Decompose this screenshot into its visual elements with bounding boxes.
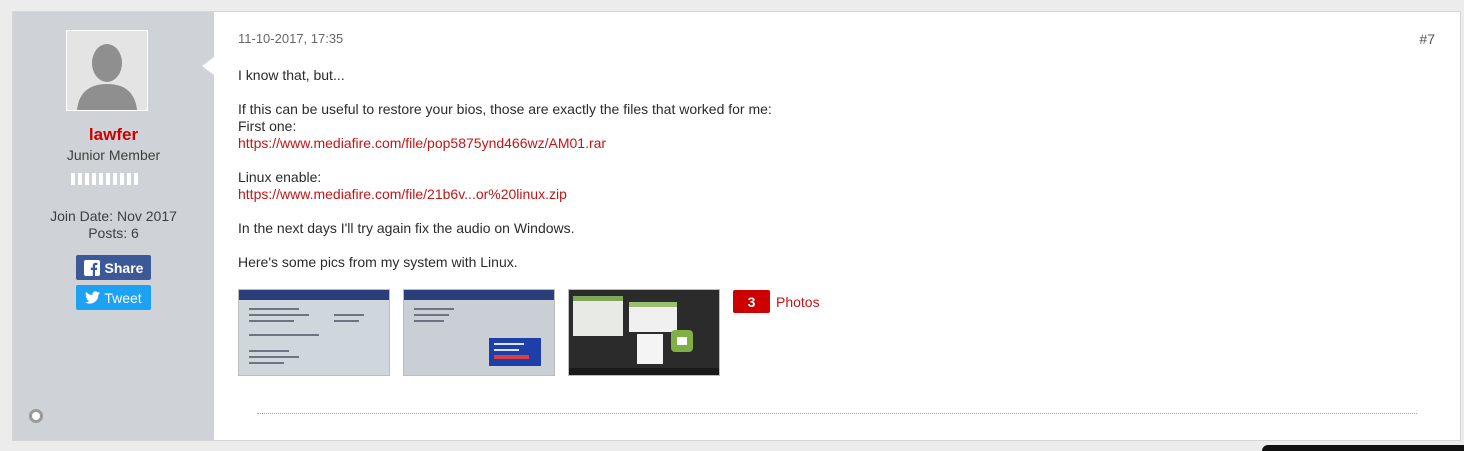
- reputation-segment: [127, 173, 131, 185]
- default-avatar-silhouette-icon: [67, 31, 147, 110]
- tweet-label: Tweet: [104, 289, 142, 306]
- reputation-segment: [113, 173, 117, 185]
- tweet-button[interactable]: Tweet: [76, 285, 151, 310]
- facebook-icon: [83, 259, 100, 276]
- post-number-link[interactable]: #7: [1419, 31, 1435, 47]
- post-divider: [257, 413, 1417, 414]
- join-date: Join Date: Nov 2017: [50, 208, 177, 224]
- forum-post: lawfer Junior Member Join Date: Nov 2017…: [12, 11, 1461, 441]
- username[interactable]: lawfer: [13, 125, 214, 145]
- bios-screen-photo: [239, 290, 389, 375]
- post-body: I know that, but... If this can be usefu…: [238, 67, 1388, 288]
- avatar[interactable]: [66, 30, 148, 111]
- photo-thumbnail-3[interactable]: [568, 289, 720, 376]
- post-text-line: Linux enable:: [238, 169, 322, 185]
- offline-status-icon: [29, 409, 43, 423]
- reputation-segment: [99, 173, 103, 185]
- reputation-segment: [120, 173, 124, 185]
- facebook-share-button[interactable]: Share: [76, 255, 151, 280]
- download-link-linux[interactable]: https://www.mediafire.com/file/21b6v...o…: [238, 186, 567, 202]
- post-count: Posts: 6: [88, 225, 139, 241]
- download-link-am01[interactable]: https://www.mediafire.com/file/pop5875yn…: [238, 135, 606, 151]
- floating-panel-edge: [1262, 445, 1464, 451]
- user-info-panel: lawfer Junior Member Join Date: Nov 2017…: [13, 12, 214, 440]
- post-text-line: In the next days I'll try again fix the …: [238, 220, 575, 236]
- photos-label: Photos: [776, 293, 820, 310]
- reputation-segment: [92, 173, 96, 185]
- photos-count-badge: 3: [733, 290, 770, 313]
- user-title: Junior Member: [66, 147, 161, 163]
- linux-desktop-photo: [569, 290, 719, 375]
- share-label: Share: [104, 259, 144, 276]
- photo-thumbnail-2[interactable]: [403, 289, 555, 376]
- photo-thumbnail-1[interactable]: [238, 289, 390, 376]
- reputation-segment: [85, 173, 89, 185]
- post-date: 11-10-2017, 17:35: [238, 31, 344, 46]
- photos-album-link[interactable]: 3 Photos: [733, 290, 820, 313]
- reputation-segment: [106, 173, 110, 185]
- reputation-segment: [78, 173, 82, 185]
- reputation-bar: [71, 173, 138, 185]
- post-text-line: Here's some pics from my system with Lin…: [238, 254, 518, 270]
- reputation-segment: [134, 173, 138, 185]
- post-pointer-arrow: [202, 57, 214, 75]
- post-text-line: I know that, but...: [238, 67, 345, 83]
- bios-menu-photo: [404, 290, 554, 375]
- post-text-line: If this can be useful to restore your bi…: [238, 101, 772, 117]
- photo-thumbnails: [238, 289, 720, 376]
- post-text-line: First one:: [238, 118, 297, 134]
- twitter-bird-icon: [85, 291, 101, 304]
- post-content: 11-10-2017, 17:35 #7 I know that, but...…: [238, 12, 1460, 440]
- reputation-segment: [71, 173, 75, 185]
